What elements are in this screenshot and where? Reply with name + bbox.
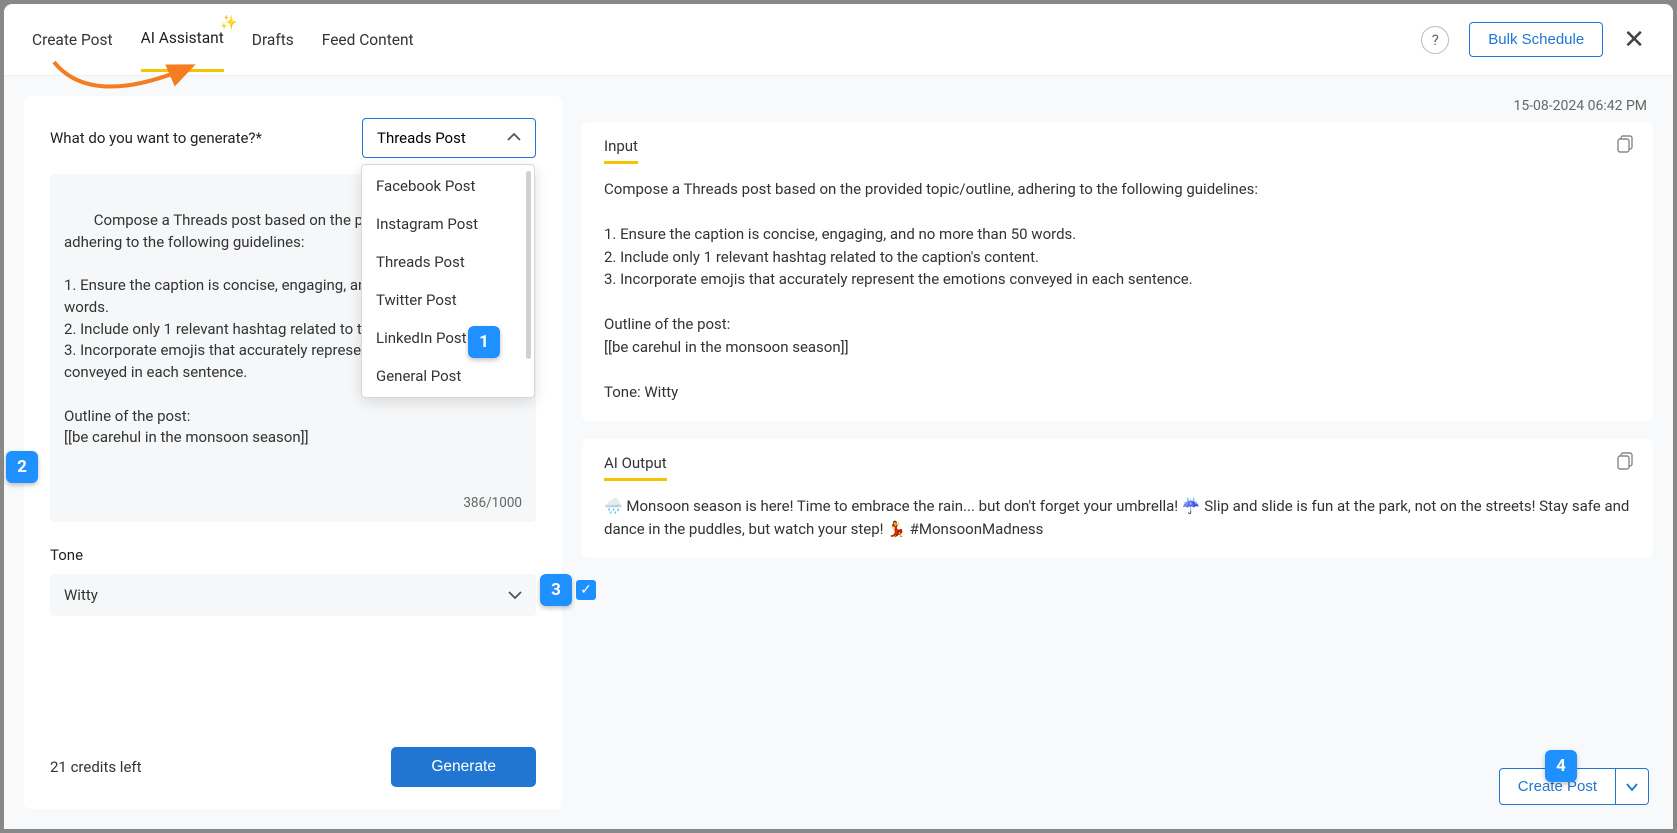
body: What do you want to generate?* Threads P… [4,76,1673,829]
left-footer: 21 credits left Generate [50,747,536,787]
tab-ai-assistant-label: AI Assistant [141,29,224,47]
bulk-schedule-button[interactable]: Bulk Schedule [1469,22,1603,57]
generate-field-row: What do you want to generate?* Threads P… [50,118,536,158]
sparkle-icon: ✨ [220,15,237,31]
tone-label: Tone [50,546,536,564]
dropdown-item-instagram[interactable]: Instagram Post [362,205,534,243]
dropdown-item-threads[interactable]: Threads Post [362,243,534,281]
output-card: AI Output 🌧️ Monsoon season is here! Tim… [582,439,1653,558]
modal-container: Create Post AI Assistant ✨ Drafts Feed C… [4,4,1673,829]
left-panel: What do you want to generate?* Threads P… [24,96,562,809]
output-card-title: AI Output [604,454,667,481]
copy-icon[interactable] [1615,134,1635,154]
tone-value: Witty [64,586,98,604]
post-type-dropdown: Facebook Post Instagram Post Threads Pos… [361,164,535,398]
input-card: Input Compose a Threads post based on th… [582,122,1653,421]
chevron-down-icon [508,586,522,604]
tabs: Create Post AI Assistant ✨ Drafts Feed C… [32,7,414,72]
timestamp: 15-08-2024 06:42 PM [582,96,1653,122]
input-card-body: Compose a Threads post based on the prov… [604,178,1631,403]
right-panel: 15-08-2024 06:42 PM Input Compose a Thre… [582,96,1653,809]
dropdown-item-general[interactable]: General Post [362,357,534,395]
annotation-1: 1 [468,326,500,358]
char-count: 386/1000 [463,494,522,514]
tab-feed-content[interactable]: Feed Content [322,9,414,71]
tab-ai-assistant[interactable]: AI Assistant ✨ [141,7,224,72]
chevron-down-icon [1626,782,1638,792]
create-post-dropdown-button[interactable] [1616,768,1649,805]
tab-drafts[interactable]: Drafts [252,9,294,71]
dropdown-item-facebook[interactable]: Facebook Post [362,167,534,205]
topbar-right: ? Bulk Schedule ✕ [1421,22,1645,57]
topbar: Create Post AI Assistant ✨ Drafts Feed C… [4,4,1673,76]
close-icon[interactable]: ✕ [1623,25,1645,55]
annotation-4: 4 [1545,750,1577,782]
annotation-2: 2 [6,451,38,483]
right-footer: Create Post [582,768,1653,809]
generate-label: What do you want to generate?* [50,129,262,147]
tab-create-post[interactable]: Create Post [32,9,113,71]
post-type-value: Threads Post [377,129,466,147]
input-card-title: Input [604,137,638,164]
dropdown-item-twitter[interactable]: Twitter Post [362,281,534,319]
dropdown-item-linkedin[interactable]: LinkedIn Post [362,319,534,357]
chevron-up-icon [507,130,521,146]
output-card-body: 🌧️ Monsoon season is here! Time to embra… [604,495,1631,540]
annotation-3-checkbox: ✓ [576,580,596,600]
generate-button[interactable]: Generate [391,747,536,787]
help-icon[interactable]: ? [1421,26,1449,54]
credits-left: 21 credits left [50,758,142,776]
copy-icon[interactable] [1615,451,1635,471]
annotation-3: 3 [540,574,572,606]
tone-select[interactable]: Witty [50,574,536,616]
post-type-select[interactable]: Threads Post Facebook Post Instagram Pos… [362,118,536,158]
